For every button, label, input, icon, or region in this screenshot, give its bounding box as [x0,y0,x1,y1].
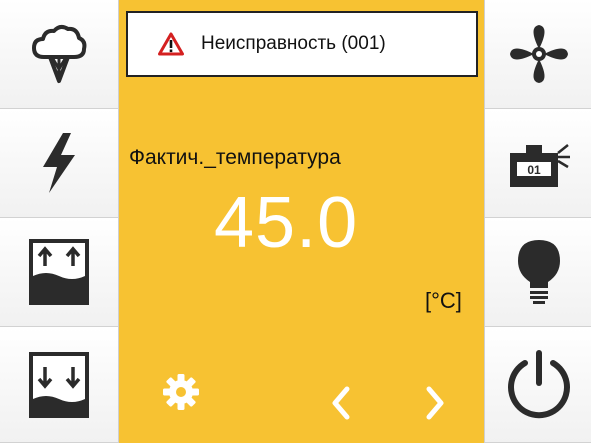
temperature-value: 45.0 [214,183,359,263]
light-bulb-icon [517,240,560,304]
temperature-label: Фактич._температура [129,146,341,169]
light-button[interactable] [485,218,591,327]
alarm-text: Неисправность (001) [201,33,386,54]
program-display-icon: 01 [509,144,570,187]
chevron-right-icon[interactable] [424,385,446,421]
warning-triangle-icon [158,32,184,56]
right-sidebar: 01 [484,0,591,443]
left-sidebar [0,0,119,443]
alarm-banner[interactable]: Неисправность (001) [126,11,478,77]
fill-down-button[interactable] [0,327,118,443]
app-frame: Неисправность (001) Фактич._температура … [0,0,591,443]
program-number: 01 [527,163,541,177]
main-display: Неисправность (001) Фактич._температура … [119,0,484,443]
fan-button[interactable] [485,0,591,109]
temperature-unit: [°C] [425,288,462,313]
lightning-icon [43,133,75,193]
fill-level-up-icon [29,239,89,305]
gear-icon[interactable] [161,372,201,412]
cloud-tree-icon [32,24,87,83]
power-button[interactable] [485,327,591,443]
program-button[interactable]: 01 [485,109,591,218]
fill-level-down-icon [29,351,89,418]
cloud-tree-button[interactable] [0,0,118,109]
chevron-left-icon[interactable] [330,385,352,421]
fill-up-button[interactable] [0,218,118,327]
power-icon [507,349,570,418]
fan-icon [509,25,568,83]
power-mode-button[interactable] [0,109,118,218]
